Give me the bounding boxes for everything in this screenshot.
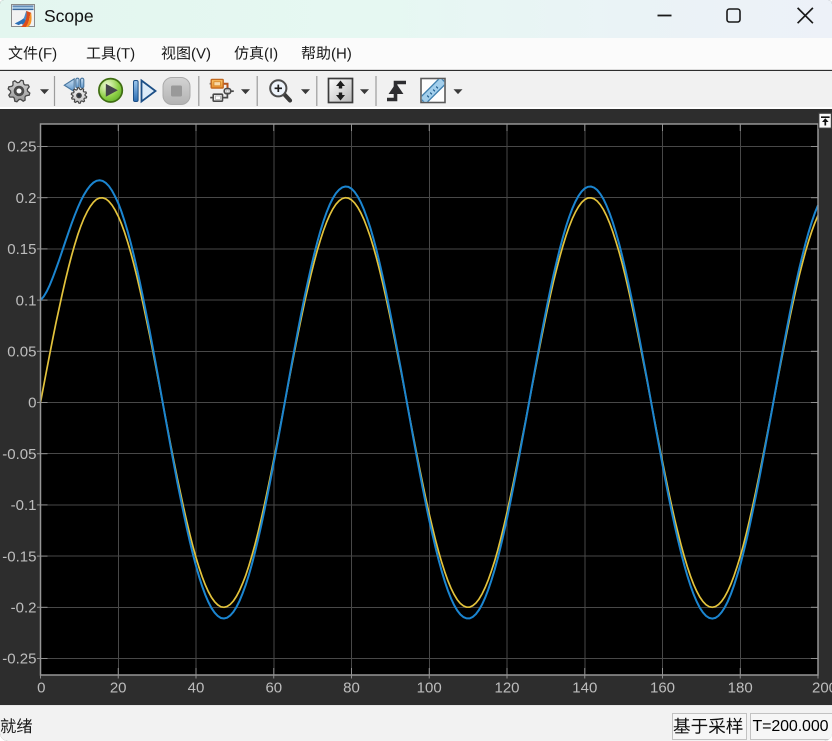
svg-text:-0.05: -0.05: [2, 446, 36, 463]
svg-text:180: 180: [728, 680, 753, 697]
svg-text:-0.15: -0.15: [2, 548, 36, 565]
svg-text:-0.2: -0.2: [11, 600, 37, 617]
svg-text:120: 120: [494, 680, 519, 697]
svg-text:40: 40: [188, 680, 205, 697]
svg-text:-0.25: -0.25: [2, 651, 36, 668]
svg-text:0.15: 0.15: [7, 241, 36, 258]
svg-text:0.2: 0.2: [16, 190, 37, 207]
svg-text:-0.1: -0.1: [11, 497, 37, 514]
svg-text:100: 100: [417, 680, 442, 697]
svg-text:60: 60: [265, 680, 282, 697]
svg-text:80: 80: [343, 680, 360, 697]
svg-text:0: 0: [28, 395, 36, 412]
svg-text:140: 140: [572, 680, 597, 697]
svg-text:0.25: 0.25: [7, 139, 36, 156]
svg-text:0: 0: [37, 680, 45, 697]
svg-text:200: 200: [812, 680, 832, 697]
svg-text:160: 160: [650, 680, 675, 697]
svg-text:0.1: 0.1: [16, 292, 37, 309]
svg-text:20: 20: [110, 680, 127, 697]
svg-text:0.05: 0.05: [7, 344, 36, 361]
